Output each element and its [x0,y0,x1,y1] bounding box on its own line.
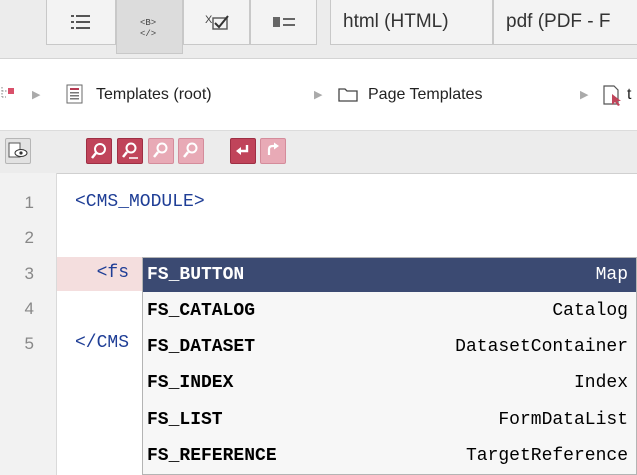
search-prev-button[interactable] [148,138,174,164]
autocomplete-item-type: TargetReference [465,446,628,466]
search-icon [91,143,106,159]
code-line-3[interactable]: <fs [75,263,129,283]
autocomplete-item[interactable]: FS_DATASET DatasetContainer [143,330,636,364]
tab-check[interactable]: X [183,0,250,45]
line-number: 4 [24,299,34,318]
undo-button[interactable] [230,138,256,164]
svg-text:<B>: <B> [140,18,156,28]
autocomplete-item-name: FS_BUTTON [147,265,245,285]
code-braces-icon: <B> </> [140,18,156,38]
tab-pdf[interactable]: pdf (PDF - F [493,0,637,45]
tab-form[interactable] [250,0,317,45]
breadcrumb-item-page-templates[interactable]: Page Templates [368,86,482,104]
redo-button[interactable] [260,138,286,164]
autocomplete-item-name: FS_REFERENCE [147,446,277,466]
autocomplete-item[interactable]: FS_BUTTON Map [143,258,636,292]
breadcrumb-item-template[interactable]: t [627,86,631,104]
tab-source-code[interactable]: <B> </> [116,0,183,54]
form-fields-icon [272,17,295,27]
line-number: 5 [24,334,34,353]
folder-icon [338,88,358,102]
checkbox-check-icon: X [205,14,229,30]
redo-icon [267,142,279,155]
autocomplete-item[interactable]: FS_LIST FormDataList [143,403,636,437]
svg-text:X: X [205,14,213,26]
search-replace-button[interactable] [117,138,143,164]
code-line-1[interactable]: <CMS_MODULE> [75,192,205,212]
svg-text:</>: </> [140,29,156,38]
tab-pdf-label: pdf (PDF - F [506,11,611,32]
autocomplete-item[interactable]: FS_CATALOG Catalog [143,294,636,328]
search-next-icon [183,142,198,158]
autocomplete-item[interactable]: FS_REFERENCE TargetReference [143,439,636,473]
autocomplete-popup: FS_BUTTON Map FS_CATALOG Catalog FS_DATA… [142,257,637,475]
autocomplete-item-name: FS_CATALOG [147,301,256,321]
line-number: 1 [24,193,34,212]
tab-html-label: html (HTML) [343,11,449,32]
autocomplete-item-name: FS_LIST [147,410,223,430]
line-number: 2 [24,228,34,247]
templates-folder-icon [66,84,83,104]
autocomplete-item-type: Map [595,265,628,285]
preview-eye-icon [8,142,28,158]
tree-root-icon[interactable] [0,85,18,103]
page-template-icon [603,85,621,106]
autocomplete-item-name: FS_INDEX [147,373,234,393]
autocomplete-item[interactable]: FS_INDEX Index [143,366,636,400]
autocomplete-item-type: Catalog [552,301,628,321]
undo-icon [236,145,249,155]
code-line-5[interactable]: </CMS [75,333,129,353]
search-next-button[interactable] [178,138,204,164]
chevron-right-icon: ▶ [32,89,41,101]
editor-tab-bar: <B> </> X html (HTML) pdf (PDF - F [0,0,637,59]
tab-list-view[interactable] [46,0,116,45]
preview-button[interactable] [5,138,31,164]
autocomplete-item-type: Index [573,373,628,393]
editor-toolbar [0,130,637,174]
tab-html[interactable]: html (HTML) [330,0,493,45]
list-view-icon [71,15,90,29]
breadcrumb-item-templates-root[interactable]: Templates (root) [96,86,212,104]
search-replace-icon [122,142,138,159]
line-number-gutter [0,173,57,475]
search-button[interactable] [86,138,112,164]
chevron-right-icon: ▶ [580,89,589,101]
chevron-right-icon: ▶ [314,89,323,101]
search-prev-icon [153,142,168,158]
autocomplete-item-type: DatasetContainer [455,337,628,357]
breadcrumb: ▶ Templates (root) ▶ Page Templates ▶ t [0,74,637,114]
autocomplete-item-type: FormDataList [498,410,628,430]
autocomplete-item-name: FS_DATASET [147,337,256,357]
line-number: 3 [24,264,34,283]
